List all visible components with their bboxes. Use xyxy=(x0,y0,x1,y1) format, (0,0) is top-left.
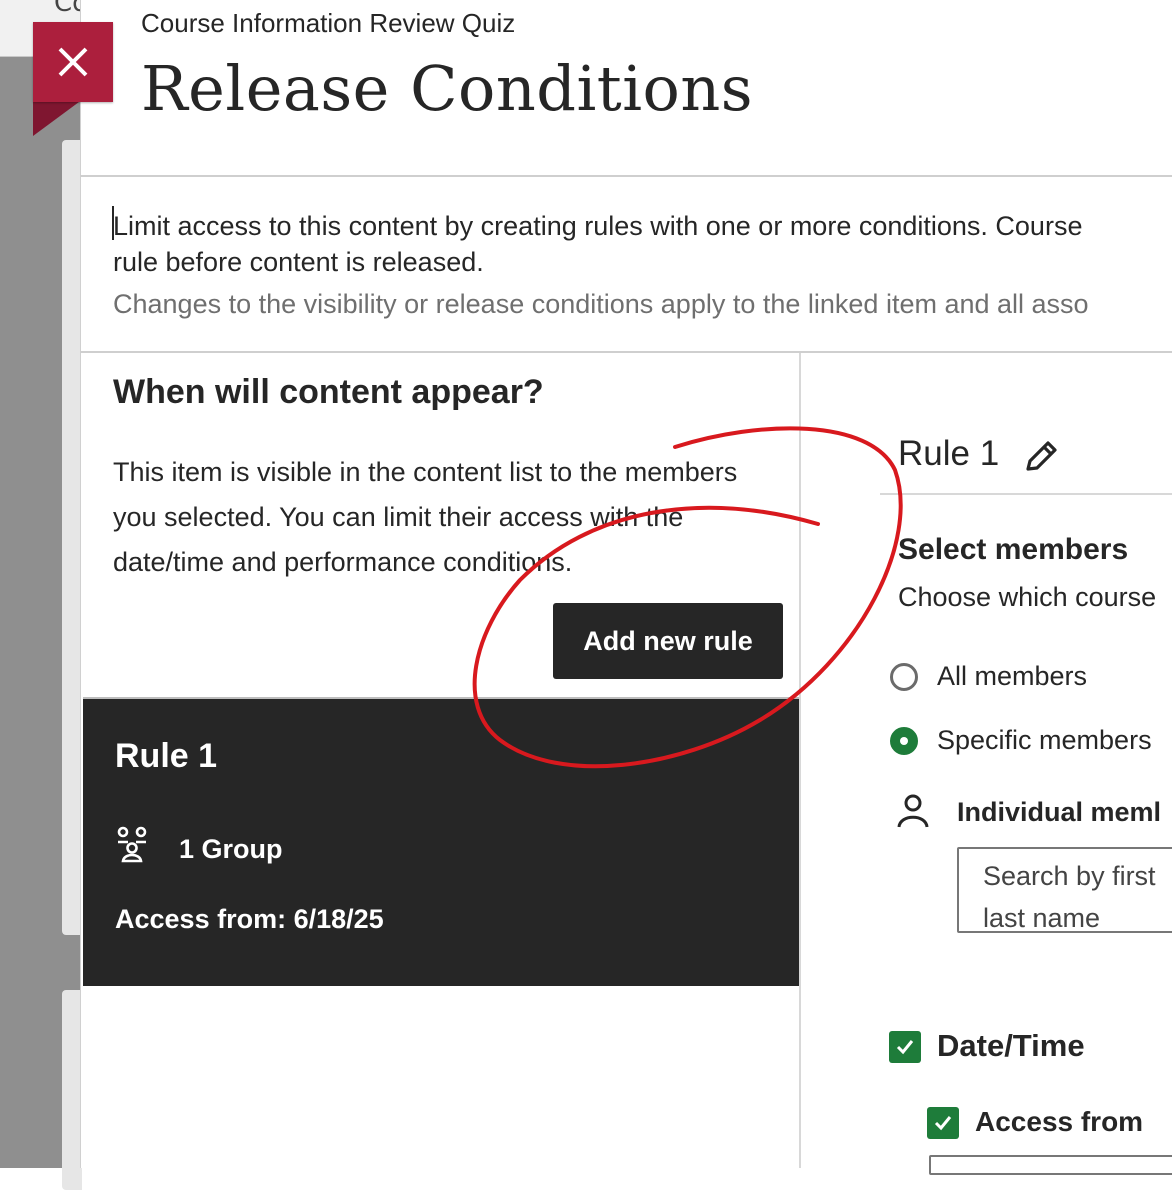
close-button[interactable] xyxy=(33,22,113,102)
add-new-rule-button[interactable]: Add new rule xyxy=(553,603,783,679)
rule-divider xyxy=(880,493,1172,495)
intro-text: Limit access to this content by creating… xyxy=(113,211,1083,241)
rule-card[interactable]: Rule 1 1 Group Access from: 6/18/25 xyxy=(83,697,799,986)
select-members-heading: Select members xyxy=(898,533,1129,566)
background-card xyxy=(62,990,82,1190)
check-icon xyxy=(934,1116,952,1131)
pencil-icon[interactable] xyxy=(1022,438,1060,474)
access-from-date-input[interactable] xyxy=(929,1155,1172,1175)
access-from-checkbox[interactable] xyxy=(927,1107,959,1139)
check-icon xyxy=(896,1040,914,1055)
select-members-description: Choose which course xyxy=(898,582,1157,612)
column-divider xyxy=(799,353,801,1168)
rule-card-group: 1 Group xyxy=(179,834,283,864)
intro-text: rule before content is released. xyxy=(113,247,484,277)
group-icon xyxy=(117,826,147,863)
section-divider xyxy=(80,351,1172,353)
radio-all-members-label[interactable]: All members xyxy=(937,661,1087,692)
panel-subtitle: Course Information Review Quiz xyxy=(141,8,516,38)
radio-specific-members-label[interactable]: Specific members xyxy=(937,725,1152,756)
background-card xyxy=(62,140,82,935)
close-button-flap xyxy=(33,102,79,136)
rule-title: Rule 1 xyxy=(898,434,1000,473)
radio-all-members[interactable] xyxy=(890,663,918,691)
when-heading: When will content appear? xyxy=(113,373,544,411)
member-search-input[interactable]: Search by first last name xyxy=(957,847,1172,933)
person-icon xyxy=(897,794,929,828)
header-divider xyxy=(80,175,1172,177)
radio-specific-members[interactable] xyxy=(890,727,918,755)
datetime-label: Date/Time xyxy=(937,1028,1085,1063)
rule-card-access: Access from: 6/18/25 xyxy=(115,904,384,934)
when-description: This item is visible in the content list… xyxy=(113,457,738,577)
access-from-label: Access from xyxy=(975,1106,1144,1137)
rule-card-title: Rule 1 xyxy=(115,737,218,775)
datetime-checkbox[interactable] xyxy=(889,1031,921,1063)
close-icon xyxy=(58,47,88,77)
page-title: Release Conditions xyxy=(141,52,754,125)
individual-members-label: Individual meml xyxy=(957,797,1162,827)
intro-note: Changes to the visibility or release con… xyxy=(113,289,1089,319)
